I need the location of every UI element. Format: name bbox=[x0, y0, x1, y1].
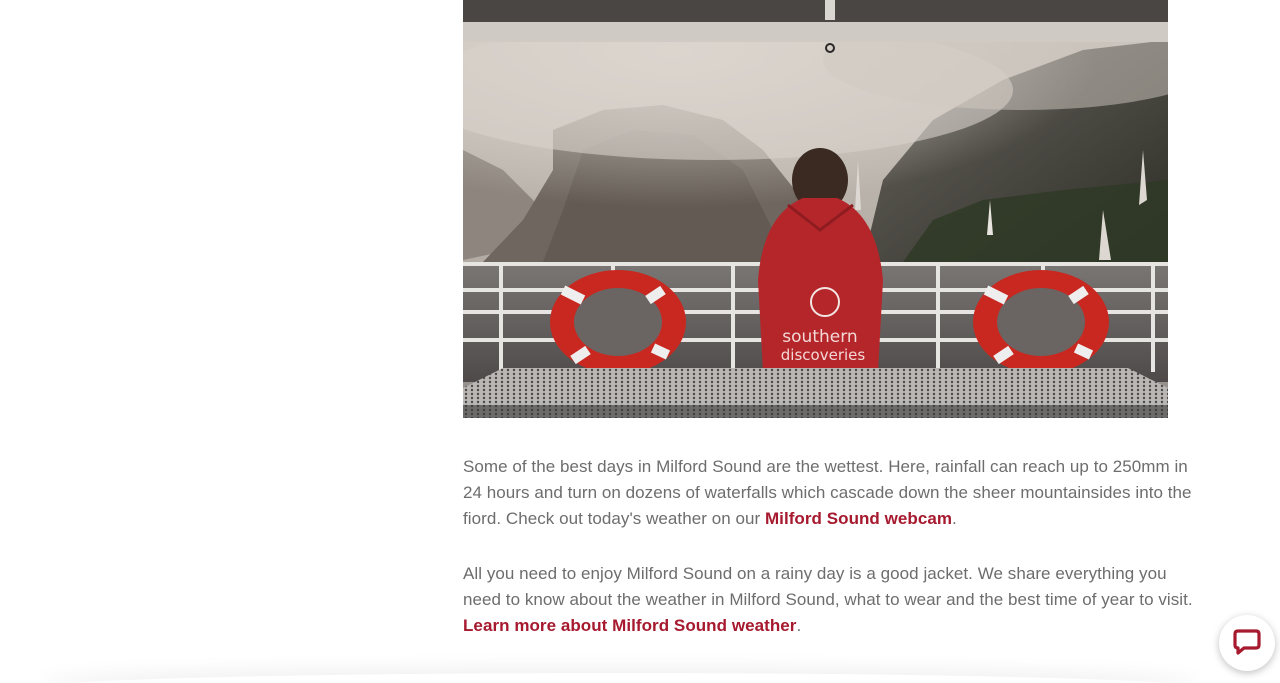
chat-button[interactable] bbox=[1219, 615, 1275, 671]
paragraph-jacket-text: All you need to enjoy Milford Sound on a… bbox=[463, 564, 1193, 609]
learn-more-weather-link[interactable]: Learn more about Milford Sound weather bbox=[463, 616, 796, 635]
bottom-shadow bbox=[40, 673, 1200, 683]
milford-sound-photo: southern discoveries bbox=[463, 0, 1168, 418]
article-body: Some of the best days in Milford Sound a… bbox=[463, 454, 1208, 639]
paragraph-rainfall-end: . bbox=[952, 509, 957, 528]
paragraph-jacket-end: . bbox=[796, 616, 802, 635]
jacket-logo-text-1: southern bbox=[782, 327, 857, 347]
chat-bubble-icon bbox=[1232, 626, 1262, 661]
jacket-logo-text-2: discoveries bbox=[781, 346, 866, 364]
paragraph-rainfall: Some of the best days in Milford Sound a… bbox=[463, 454, 1208, 532]
page: southern discoveries Some of the best da… bbox=[0, 0, 1280, 683]
milford-sound-webcam-link[interactable]: Milford Sound webcam bbox=[765, 509, 952, 528]
paragraph-jacket: All you need to enjoy Milford Sound on a… bbox=[463, 561, 1208, 639]
